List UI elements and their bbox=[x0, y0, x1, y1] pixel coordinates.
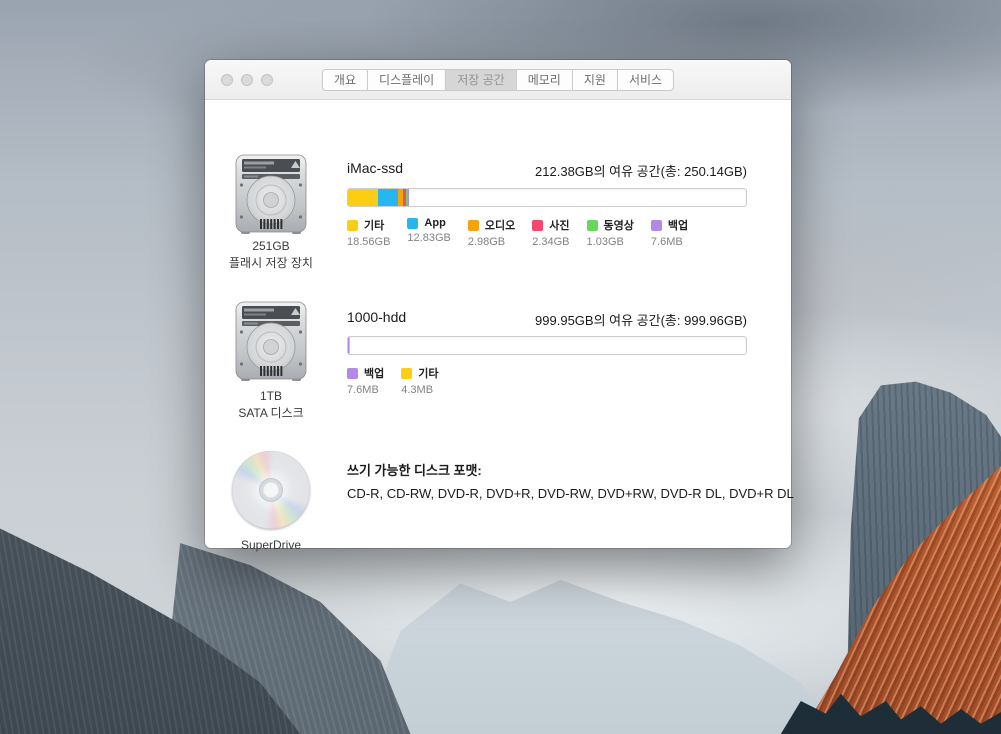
tab-bar: 개요디스플레이저장 공간메모리지원서비스 bbox=[322, 69, 674, 91]
legend-swatch bbox=[347, 368, 358, 379]
tab-support[interactable]: 지원 bbox=[572, 70, 617, 90]
legend-value: 1.03GB bbox=[587, 236, 634, 248]
disk2-size-label: 1TB bbox=[205, 388, 337, 405]
disk2-name: 1000-hdd bbox=[347, 309, 406, 325]
zoom-button[interactable] bbox=[261, 74, 273, 86]
legend-item: 기타 18.56GB bbox=[347, 217, 390, 248]
legend-item: 백업 7.6MB bbox=[347, 365, 384, 396]
writable-formats-title: 쓰기 가능한 디스크 포맷: bbox=[347, 460, 482, 479]
legend-label: 기타 bbox=[418, 365, 438, 381]
storage-segment bbox=[378, 189, 398, 206]
minimize-button[interactable] bbox=[241, 74, 253, 86]
legend-item: 동영상 1.03GB bbox=[587, 217, 634, 248]
legend-label: 기타 bbox=[364, 217, 384, 233]
legend-label: 사진 bbox=[549, 217, 569, 233]
legend-value: 7.6MB bbox=[651, 236, 688, 248]
superdrive-caption: SuperDrive bbox=[205, 537, 337, 554]
legend-value: 4.3MB bbox=[401, 384, 438, 396]
storage-segment bbox=[348, 189, 378, 206]
tab-displays[interactable]: 디스플레이 bbox=[367, 70, 445, 90]
legend-label: 백업 bbox=[364, 365, 384, 381]
legend-swatch bbox=[347, 220, 358, 231]
disk2-caption: 1TB SATA 디스크 bbox=[205, 388, 337, 422]
legend-swatch bbox=[407, 218, 418, 229]
about-this-mac-window: 개요디스플레이저장 공간메모리지원서비스 bbox=[205, 60, 791, 548]
disk1-storage-bar bbox=[347, 188, 747, 207]
legend-value: 12.83GB bbox=[407, 232, 450, 244]
legend-swatch bbox=[587, 220, 598, 231]
disk2-free-space-text: 999.95GB의 여유 공간(총: 999.96GB) bbox=[535, 310, 747, 329]
tab-service[interactable]: 서비스 bbox=[617, 70, 673, 90]
legend-label: 동영상 bbox=[604, 217, 634, 233]
disk2-icon-area bbox=[205, 301, 337, 388]
tab-memory[interactable]: 메모리 bbox=[516, 70, 572, 90]
legend-swatch bbox=[532, 220, 543, 231]
legend-label: App bbox=[424, 217, 445, 229]
close-button[interactable] bbox=[221, 74, 233, 86]
legend-value: 2.98GB bbox=[468, 236, 515, 248]
hard-disk-icon bbox=[233, 301, 309, 383]
traffic-lights bbox=[221, 74, 273, 86]
storage-segment bbox=[408, 189, 409, 206]
disk1-size-label: 251GB bbox=[205, 238, 337, 255]
legend-swatch bbox=[651, 220, 662, 231]
legend-item: 사진 2.34GB bbox=[532, 217, 569, 248]
legend-value: 2.34GB bbox=[532, 236, 569, 248]
disk1-legend: 기타 18.56GB App 12.83GB 오디오 2.98GB 사진 2.34GB 동영상 1… bbox=[347, 217, 705, 248]
writable-formats-list: CD-R, CD-RW, DVD-R, DVD+R, DVD-RW, DVD+R… bbox=[347, 486, 794, 501]
disk1-caption: 251GB 플래시 저장 장치 bbox=[205, 238, 337, 272]
legend-swatch bbox=[401, 368, 412, 379]
disk1-icon-area bbox=[205, 154, 337, 241]
tab-overview[interactable]: 개요 bbox=[323, 70, 367, 90]
legend-label: 백업 bbox=[668, 217, 688, 233]
disk2-type-label: SATA 디스크 bbox=[205, 405, 337, 422]
hard-disk-icon bbox=[233, 154, 309, 236]
legend-label: 오디오 bbox=[485, 217, 515, 233]
tab-storage[interactable]: 저장 공간 bbox=[445, 70, 516, 90]
legend-value: 18.56GB bbox=[347, 236, 390, 248]
disk1-free-space-text: 212.38GB의 여유 공간(총: 250.14GB) bbox=[535, 161, 747, 180]
disk2-legend: 백업 7.6MB 기타 4.3MB bbox=[347, 365, 456, 396]
desktop: 개요디스플레이저장 공간메모리지원서비스 bbox=[0, 0, 1001, 734]
disk1-type-label: 플래시 저장 장치 bbox=[205, 255, 337, 272]
storage-segment bbox=[349, 337, 350, 354]
cd-disc-icon bbox=[232, 451, 310, 529]
storage-pane: 251GB 플래시 저장 장치 iMac-ssd 212.38GB의 여유 공간… bbox=[205, 100, 791, 548]
window-titlebar[interactable]: 개요디스플레이저장 공간메모리지원서비스 bbox=[205, 60, 791, 100]
superdrive-name: SuperDrive bbox=[205, 537, 337, 554]
legend-item: App 12.83GB bbox=[407, 217, 450, 248]
legend-swatch bbox=[468, 220, 479, 231]
legend-item: 백업 7.6MB bbox=[651, 217, 688, 248]
legend-item: 오디오 2.98GB bbox=[468, 217, 515, 248]
disk1-name: iMac-ssd bbox=[347, 160, 403, 176]
legend-item: 기타 4.3MB bbox=[401, 365, 438, 396]
disk2-storage-bar bbox=[347, 336, 747, 355]
legend-value: 7.6MB bbox=[347, 384, 384, 396]
